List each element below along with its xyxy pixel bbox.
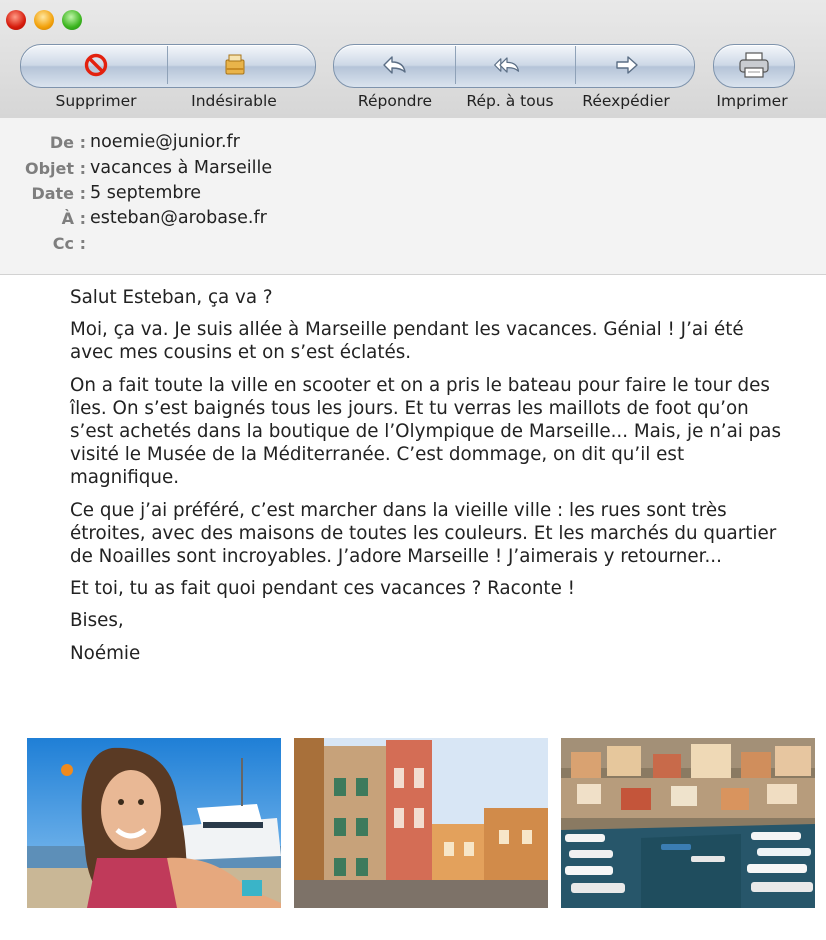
subject-row: Objet : vacances à Marseille [0,158,826,182]
to-value[interactable]: esteban@arobase.fr [90,208,267,228]
forward-button[interactable] [612,52,642,78]
print-label[interactable]: Imprimer [716,92,787,110]
reply-all-label[interactable]: Rép. à tous [466,92,553,110]
body-paragraph: Et toi, tu as fait quoi pendant ces vaca… [70,578,575,600]
date-row: Date : 5 septembre [0,183,826,207]
greeting: Salut Esteban, ça va ? [70,287,273,308]
message-headers: De : noemie@junior.fr Objet : vacances à… [0,118,826,275]
print-button[interactable] [737,52,771,78]
printer-icon [739,52,769,78]
body-paragraph: Moi, ça va. Je suis allée à Marseille pe… [70,319,744,364]
message-body[interactable]: Salut Esteban, ça va ? Moi, ça va. Je su… [70,286,790,674]
delete-junk-button-group [20,44,316,88]
signature: Noémie [70,642,141,664]
from-value[interactable]: noemie@junior.fr [90,132,240,152]
forward-arrow-icon [616,56,638,74]
zoom-window-icon[interactable] [62,10,82,30]
toolbar: Supprimer Indésirable Répondre Rép. à to… [0,0,826,119]
from-label: De : [49,133,86,152]
delete-label[interactable]: Supprimer [55,92,136,110]
close-window-icon[interactable] [6,10,26,30]
date-label: Date : [31,184,86,203]
photo-selfie[interactable] [27,738,281,908]
reply-all-arrow-icon [494,57,520,73]
mail-window: Supprimer Indésirable Répondre Rép. à to… [0,0,826,940]
body-paragraph: On a fait toute la ville en scooter et o… [70,374,782,489]
to-label: À : [61,209,86,228]
forward-label[interactable]: Réexpédier [582,92,669,110]
photo-harbour[interactable] [561,738,815,908]
cc-label: Cc : [52,234,86,253]
toolbar-divider [455,46,456,84]
closing: Bises, [70,610,124,632]
junk-button[interactable] [220,52,250,78]
from-row: De : noemie@junior.fr [0,132,826,156]
reply-all-button[interactable] [492,52,522,78]
body-paragraph: Ce que j’ai préféré, c’est marcher dans … [70,499,777,568]
delete-icon [84,53,108,77]
junk-label[interactable]: Indésirable [191,92,277,110]
date-value: 5 septembre [90,183,202,203]
delete-button[interactable] [81,52,111,78]
minimize-window-icon[interactable] [34,10,54,30]
reply-label[interactable]: Répondre [358,92,432,110]
toolbar-divider [167,46,168,84]
subject-label: Objet : [24,159,86,178]
to-row: À : esteban@arobase.fr [0,208,826,232]
reply-arrow-icon [383,56,406,74]
subject-value: vacances à Marseille [90,158,273,178]
photo-old-town[interactable] [294,738,548,908]
toolbar-divider [575,46,576,84]
cc-row: Cc : [0,233,826,257]
reply-button[interactable] [380,52,410,78]
junk-icon [225,54,245,75]
